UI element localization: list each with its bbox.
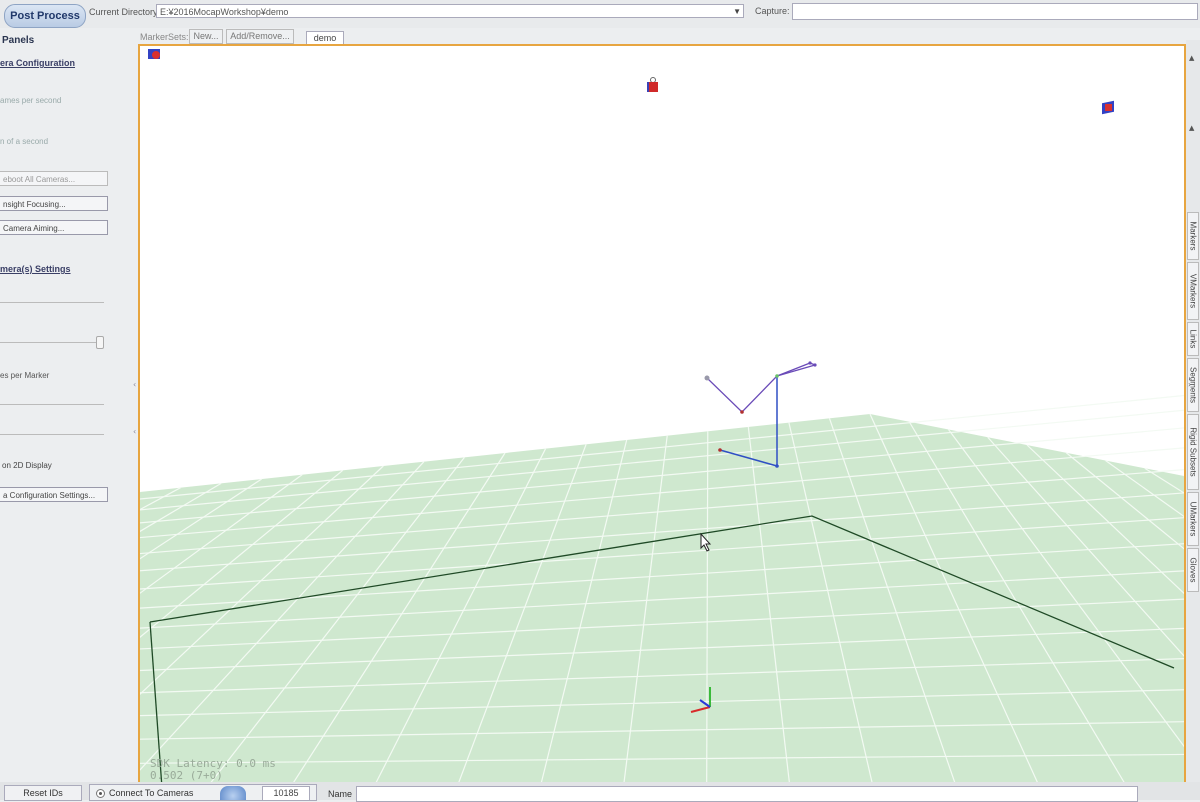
on-2d-display-label: on 2D Display xyxy=(2,461,52,470)
capture-label: Capture: xyxy=(755,6,790,16)
frame-info-readout: 0.502 (7+0) xyxy=(150,769,223,782)
divider xyxy=(0,404,104,405)
panels-title: Panels xyxy=(2,35,35,46)
3d-viewport[interactable]: SDK Latency: 0.0 ms 0.502 (7+0) xyxy=(138,44,1186,790)
fraction-of-second-label: n of a second xyxy=(0,137,49,146)
collapse-left-icon[interactable]: ‹ xyxy=(133,380,136,389)
connection-status-icon[interactable] xyxy=(220,786,246,800)
scroll-up-icon[interactable]: ▲ xyxy=(1189,124,1194,132)
reboot-all-cameras-button[interactable]: eboot All Cameras... xyxy=(0,171,108,186)
insight-focusing-button[interactable]: nsight Focusing... xyxy=(0,196,108,211)
dropdown-arrow-icon[interactable]: ▼ xyxy=(733,5,741,19)
reset-ids-button[interactable]: Reset IDs xyxy=(4,785,82,801)
port-input[interactable]: 10185 xyxy=(262,786,310,801)
per-marker-label: es per Marker xyxy=(0,371,50,380)
current-directory-label: Current Directory: xyxy=(89,7,161,17)
tab-rigid-subsets-label: Rigid Subsets xyxy=(1188,427,1198,477)
slider-track[interactable] xyxy=(0,342,104,343)
camera-aiming-button[interactable]: Camera Aiming... xyxy=(0,220,108,235)
tab-markers[interactable]: Markers xyxy=(1187,212,1199,260)
name-label: Name xyxy=(328,789,353,799)
post-process-button[interactable]: Post Process xyxy=(4,4,86,28)
tab-vmarkers-label: VMarkers xyxy=(1188,273,1198,309)
tab-links[interactable]: Links xyxy=(1187,322,1199,356)
left-panel: Panels era Configuration ames per second… xyxy=(0,30,132,782)
camera-icon[interactable] xyxy=(1102,100,1116,115)
tab-vmarkers[interactable]: VMarkers xyxy=(1187,262,1199,320)
divider xyxy=(0,434,104,435)
tab-rigid-subsets[interactable]: Rigid Subsets xyxy=(1187,414,1199,490)
tab-markers-label: Markers xyxy=(1188,221,1198,251)
camera-icon[interactable] xyxy=(646,77,658,92)
new-markerset-button[interactable]: New... xyxy=(189,29,223,44)
current-directory-select[interactable]: E:¥2016MocapWorkshop¥demo ▼ xyxy=(156,4,744,18)
tab-gloves[interactable]: Gloves xyxy=(1187,548,1199,592)
scroll-up-icon[interactable]: ▲ xyxy=(1189,54,1194,62)
camera-settings-title[interactable]: mera(s) Settings xyxy=(0,264,71,274)
current-directory-value: E:¥2016MocapWorkshop¥demo xyxy=(160,7,289,17)
scene-svg xyxy=(140,361,1184,788)
floor-plane xyxy=(140,414,1184,788)
frames-per-second-label: ames per second xyxy=(0,96,62,105)
tab-umarkers[interactable]: UMarkers xyxy=(1187,492,1199,546)
expand-right-icon[interactable]: › xyxy=(1188,380,1191,389)
collapse-left-icon[interactable]: ‹ xyxy=(133,427,136,436)
connect-radio[interactable] xyxy=(96,789,105,798)
tab-umarkers-label: UMarkers xyxy=(1188,501,1198,537)
divider xyxy=(0,302,104,303)
capture-input[interactable] xyxy=(792,3,1198,20)
configuration-settings-button[interactable]: a Configuration Settings... xyxy=(0,487,108,502)
connect-to-cameras-label: Connect To Cameras xyxy=(109,788,194,798)
tab-links-label: Links xyxy=(1188,329,1198,349)
markersets-label: MarkerSets: xyxy=(140,32,189,42)
camera-configuration-title[interactable]: era Configuration xyxy=(0,58,75,68)
camera-icon[interactable] xyxy=(148,49,162,61)
tab-gloves-label: Gloves xyxy=(1188,557,1198,583)
markerset-tab-demo[interactable]: demo xyxy=(306,31,344,45)
right-side-panel: ▲ ▲ Markers VMarkers Links Segments Rigi… xyxy=(1186,40,1200,800)
slider-handle[interactable] xyxy=(96,336,104,349)
add-remove-markerset-button[interactable]: Add/Remove... xyxy=(226,29,294,44)
